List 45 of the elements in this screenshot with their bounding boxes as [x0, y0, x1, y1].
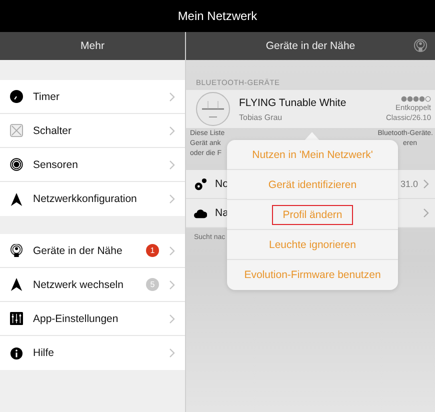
sensor-icon: [10, 158, 23, 171]
menu-item[interactable]: App-Einstellungen: [0, 302, 185, 336]
sidebar-header: Mehr: [0, 32, 185, 60]
menu-item[interactable]: Netzwerkkonfiguration: [0, 182, 185, 216]
window-title: Mein Netzwerk: [0, 0, 435, 32]
gears-icon: [194, 178, 207, 190]
menu-item-label: Hilfe: [33, 347, 56, 359]
device-vendor: Tobias Grau: [239, 112, 284, 122]
panel-header: Geräte in der Nähe: [186, 32, 435, 60]
info-icon: [10, 346, 23, 360]
chevron-icon: [423, 208, 429, 218]
sliders-icon: [10, 312, 23, 325]
broadcast-icon: [10, 244, 23, 257]
chevron-icon: [423, 179, 429, 189]
menu-item-label: Timer: [33, 90, 60, 102]
menu-item[interactable]: Schalter: [0, 114, 185, 148]
menu-item-label: Netzwerkkonfiguration: [33, 193, 138, 205]
lamp-icon: [196, 92, 230, 126]
arrow-icon: [10, 278, 23, 291]
chevron-icon: [169, 92, 175, 102]
menu-item-label: Geräte in der Nähe: [33, 244, 124, 256]
chevron-icon: [169, 280, 175, 290]
broadcast-icon[interactable]: [414, 39, 427, 52]
menu-item-label: App-Einstellungen: [33, 312, 120, 324]
chevron-icon: [169, 314, 175, 324]
signal-icon: [401, 96, 431, 102]
chevron-icon: [169, 194, 175, 204]
chevron-icon: [169, 246, 175, 256]
menu-item[interactable]: Timer: [0, 80, 185, 114]
device-name: FLYING Tunable White: [239, 96, 348, 108]
menu-item[interactable]: Geräte in der Nähe 1: [0, 234, 185, 268]
arrow-icon: [10, 192, 23, 206]
chevron-icon: [169, 126, 175, 136]
menu-item-label: Netzwerk wechseln: [33, 278, 124, 290]
menu-item[interactable]: Sensoren: [0, 148, 185, 182]
menu-item-label: Sensoren: [33, 158, 79, 170]
chevron-icon: [169, 160, 175, 170]
switch-icon: [10, 124, 23, 137]
count-badge: 1: [146, 244, 159, 257]
clock-icon: [10, 90, 23, 103]
chevron-icon: [169, 348, 175, 358]
cloud-icon: [194, 206, 207, 220]
menu-item[interactable]: Hilfe: [0, 336, 185, 370]
menu-item-label: Schalter: [33, 124, 73, 136]
row-value: 31.0: [400, 179, 418, 189]
